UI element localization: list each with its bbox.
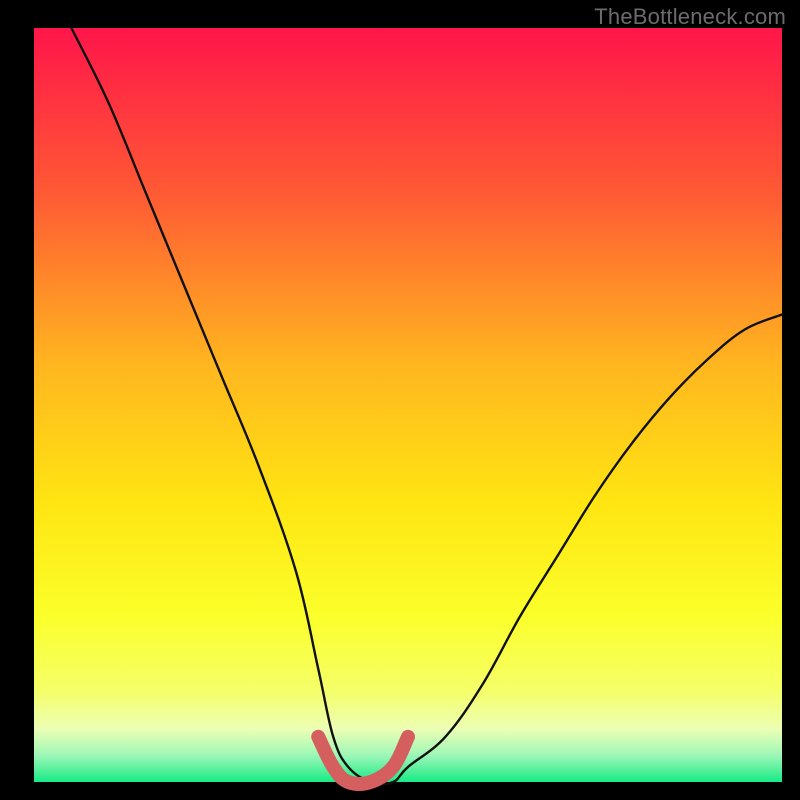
bottleneck-plot <box>0 0 800 800</box>
watermark-text: TheBottleneck.com <box>594 4 786 30</box>
plot-area <box>34 28 782 782</box>
chart-stage: TheBottleneck.com <box>0 0 800 800</box>
